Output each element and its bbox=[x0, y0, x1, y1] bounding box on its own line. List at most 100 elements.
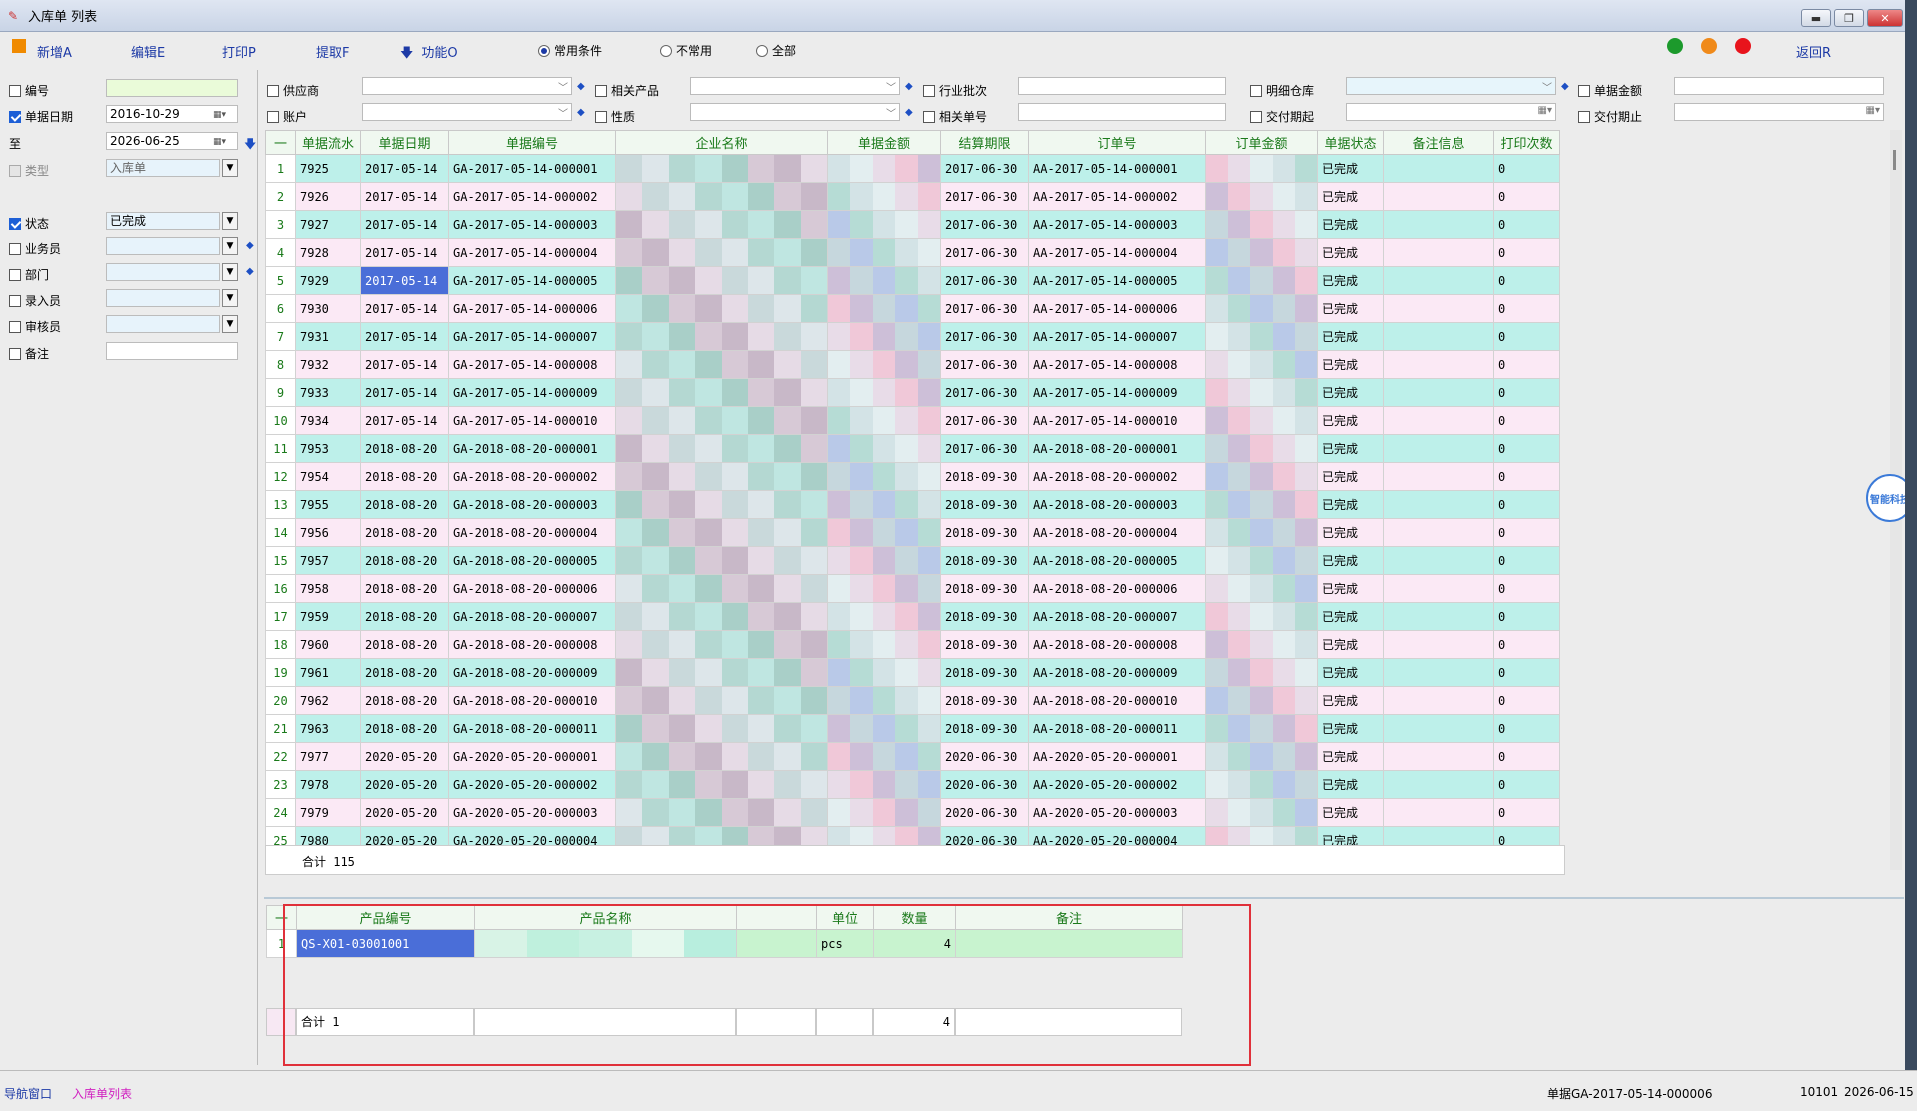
order-no-cell[interactable]: AA-2017-05-14-000004 bbox=[1028, 238, 1206, 267]
serial-cell[interactable]: 7962 bbox=[295, 686, 361, 715]
doc-no-cell[interactable]: GA-2017-05-14-000010 bbox=[448, 406, 616, 435]
status-cell[interactable]: 已完成 bbox=[1317, 266, 1384, 295]
filter-rel-product[interactable]: 相关产品 bbox=[595, 82, 659, 99]
serial-cell[interactable]: 7933 bbox=[295, 378, 361, 407]
table-row[interactable]: 9 7933 2017-05-14 GA-2017-05-14-000009 2017-… bbox=[265, 378, 1560, 407]
order-no-cell[interactable]: AA-2018-08-20-000011 bbox=[1028, 714, 1206, 743]
checkbox[interactable] bbox=[267, 110, 279, 123]
redacted-cell[interactable] bbox=[1205, 798, 1318, 827]
col-header[interactable]: 单据流水 bbox=[295, 130, 361, 155]
order-no-cell[interactable]: AA-2018-08-20-000010 bbox=[1028, 686, 1206, 715]
remark-cell[interactable] bbox=[1383, 742, 1494, 771]
print-count-cell[interactable]: 0 bbox=[1493, 518, 1560, 547]
remark-cell[interactable] bbox=[1383, 686, 1494, 715]
status-cell[interactable]: 已完成 bbox=[1317, 238, 1384, 267]
status-cell[interactable]: 已完成 bbox=[1317, 154, 1384, 183]
status-cell[interactable]: 已完成 bbox=[1317, 798, 1384, 827]
doc-no-cell[interactable]: GA-2017-05-14-000002 bbox=[448, 182, 616, 211]
redacted-cell[interactable] bbox=[1205, 686, 1318, 715]
redacted-cell[interactable] bbox=[615, 546, 828, 575]
redacted-cell[interactable] bbox=[615, 462, 828, 491]
redacted-cell[interactable] bbox=[1205, 602, 1318, 631]
due-date-cell[interactable]: 2018-09-30 bbox=[940, 518, 1029, 547]
filter-nature[interactable]: 性质 bbox=[595, 108, 635, 125]
col-header[interactable]: 单据状态 bbox=[1317, 130, 1384, 155]
dept-select[interactable] bbox=[106, 263, 220, 281]
orange-status-dot[interactable] bbox=[1701, 38, 1717, 54]
table-row[interactable]: 23 7978 2020-05-20 GA-2020-05-20-000002 2020… bbox=[265, 770, 1560, 799]
redacted-cell[interactable] bbox=[1205, 266, 1318, 295]
table-row[interactable]: 12 7954 2018-08-20 GA-2018-08-20-000002 2018… bbox=[265, 462, 1560, 491]
serial-cell[interactable]: 7926 bbox=[295, 182, 361, 211]
status-select[interactable]: 已完成 bbox=[106, 212, 220, 230]
doc-no-cell[interactable]: GA-2017-05-14-000009 bbox=[448, 378, 616, 407]
redacted-cell[interactable] bbox=[1205, 658, 1318, 687]
order-no-cell[interactable]: AA-2018-08-20-000005 bbox=[1028, 546, 1206, 575]
redacted-cell[interactable] bbox=[1205, 350, 1318, 379]
status-cell[interactable]: 已完成 bbox=[1317, 742, 1384, 771]
serial-cell[interactable]: 7963 bbox=[295, 714, 361, 743]
date-cell[interactable]: 2017-05-14 bbox=[360, 350, 449, 379]
print-count-cell[interactable]: 0 bbox=[1493, 462, 1560, 491]
serial-cell[interactable]: 7978 bbox=[295, 770, 361, 799]
date-cell[interactable]: 2017-05-14 bbox=[360, 238, 449, 267]
doc-no-cell[interactable]: GA-2017-05-14-000007 bbox=[448, 322, 616, 351]
serial-cell[interactable]: 7960 bbox=[295, 630, 361, 659]
date-cell[interactable]: 2017-05-14 bbox=[360, 406, 449, 435]
print-count-cell[interactable]: 0 bbox=[1493, 210, 1560, 239]
status-cell[interactable]: 已完成 bbox=[1317, 770, 1384, 799]
batch-input[interactable] bbox=[1018, 77, 1226, 95]
filter-salesman[interactable]: 业务员 bbox=[9, 240, 61, 257]
nav-window-tab[interactable]: 导航窗口 bbox=[4, 1085, 52, 1102]
serial-cell[interactable]: 7979 bbox=[295, 798, 361, 827]
status-cell[interactable]: 已完成 bbox=[1317, 210, 1384, 239]
remark-cell[interactable] bbox=[1383, 546, 1494, 575]
doc-no-cell[interactable]: GA-2018-08-20-000003 bbox=[448, 490, 616, 519]
doc-no-cell[interactable]: GA-2017-05-14-000003 bbox=[448, 210, 616, 239]
remark-cell[interactable] bbox=[1383, 714, 1494, 743]
date-cell[interactable]: 2017-05-14 bbox=[360, 210, 449, 239]
redacted-cell[interactable] bbox=[1205, 322, 1318, 351]
serial-cell[interactable]: 7929 bbox=[295, 266, 361, 295]
table-row[interactable]: 24 7979 2020-05-20 GA-2020-05-20-000003 2020… bbox=[265, 798, 1560, 827]
code-input[interactable] bbox=[106, 79, 238, 97]
redacted-cell[interactable] bbox=[827, 574, 941, 603]
filter-date[interactable]: 单据日期 bbox=[9, 108, 73, 125]
salesman-dropdown-icon[interactable]: ▼ bbox=[222, 237, 238, 255]
checkbox[interactable] bbox=[267, 84, 279, 97]
redacted-cell[interactable] bbox=[827, 714, 941, 743]
print-count-cell[interactable]: 0 bbox=[1493, 630, 1560, 659]
print-count-cell[interactable]: 0 bbox=[1493, 546, 1560, 575]
redacted-cell[interactable] bbox=[827, 686, 941, 715]
serial-cell[interactable]: 7955 bbox=[295, 490, 361, 519]
redacted-cell[interactable] bbox=[615, 182, 828, 211]
print-count-cell[interactable]: 0 bbox=[1493, 350, 1560, 379]
status-cell[interactable]: 已完成 bbox=[1317, 434, 1384, 463]
order-no-cell[interactable]: AA-2017-05-14-000006 bbox=[1028, 294, 1206, 323]
order-no-cell[interactable]: AA-2018-08-20-000002 bbox=[1028, 462, 1206, 491]
doc-no-cell[interactable]: GA-2017-05-14-000004 bbox=[448, 238, 616, 267]
redacted-cell[interactable] bbox=[827, 350, 941, 379]
due-date-cell[interactable]: 2017-06-30 bbox=[940, 294, 1029, 323]
due-date-cell[interactable]: 2020-06-30 bbox=[940, 742, 1029, 771]
edit-button[interactable]: 编辑E bbox=[131, 42, 165, 61]
checkbox[interactable] bbox=[9, 84, 21, 97]
redacted-cell[interactable] bbox=[615, 266, 828, 295]
nature-select[interactable]: ﹀ bbox=[690, 103, 900, 121]
redacted-cell[interactable] bbox=[1205, 546, 1318, 575]
redacted-cell[interactable] bbox=[827, 294, 941, 323]
order-no-cell[interactable]: AA-2018-08-20-000004 bbox=[1028, 518, 1206, 547]
status-cell[interactable]: 已完成 bbox=[1317, 182, 1384, 211]
pin-icon[interactable]: ◆ bbox=[1561, 81, 1569, 92]
print-button[interactable]: 打印P bbox=[222, 42, 256, 61]
pin-icon[interactable]: ◆ bbox=[246, 266, 254, 277]
doc-no-cell[interactable]: GA-2017-05-14-000001 bbox=[448, 154, 616, 183]
table-row[interactable]: 7 7931 2017-05-14 GA-2017-05-14-000007 2017-… bbox=[265, 322, 1560, 351]
redacted-cell[interactable] bbox=[615, 630, 828, 659]
checkbox[interactable] bbox=[9, 217, 21, 230]
print-count-cell[interactable]: 0 bbox=[1493, 714, 1560, 743]
date-cell[interactable]: 2018-08-20 bbox=[360, 434, 449, 463]
remark-cell[interactable] bbox=[1383, 490, 1494, 519]
redacted-cell[interactable] bbox=[827, 770, 941, 799]
table-row[interactable]: 20 7962 2018-08-20 GA-2018-08-20-000010 2018… bbox=[265, 686, 1560, 715]
